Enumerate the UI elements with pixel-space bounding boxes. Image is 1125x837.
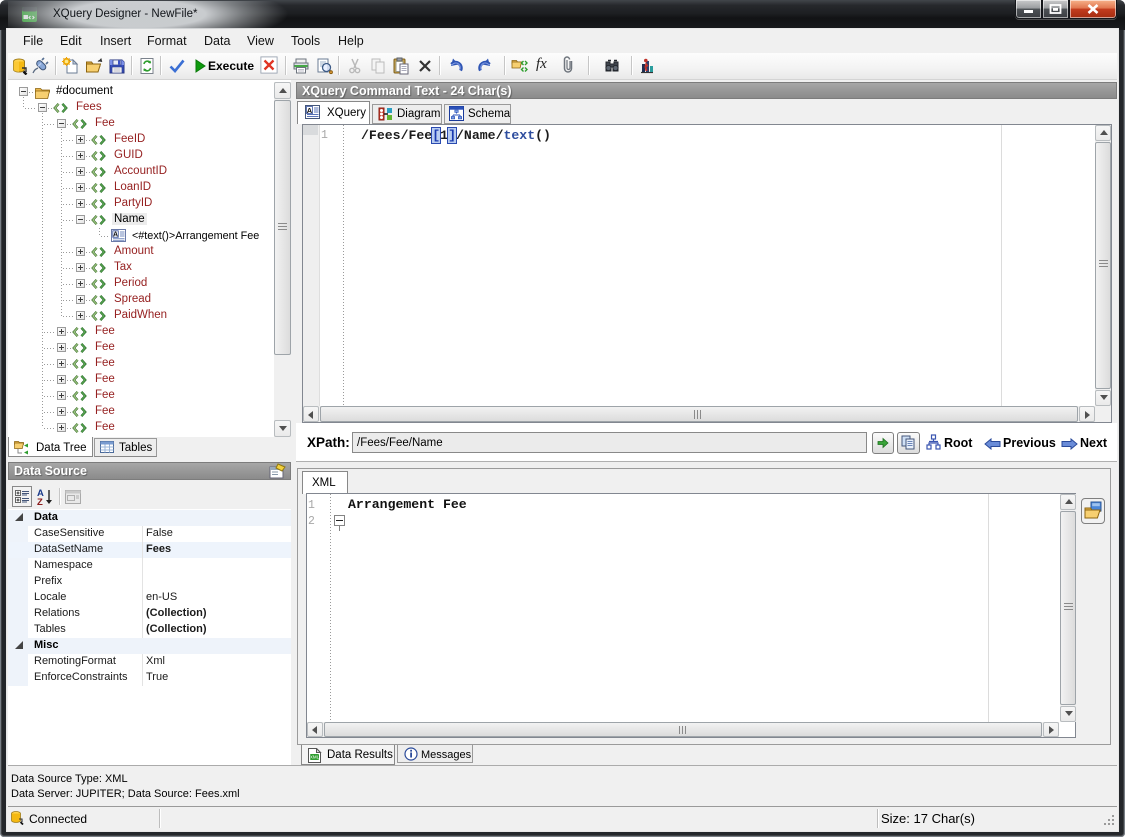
svg-text:A: A (307, 106, 313, 115)
svg-text:Z: Z (37, 497, 43, 507)
svg-text:XML: XML (310, 755, 320, 760)
